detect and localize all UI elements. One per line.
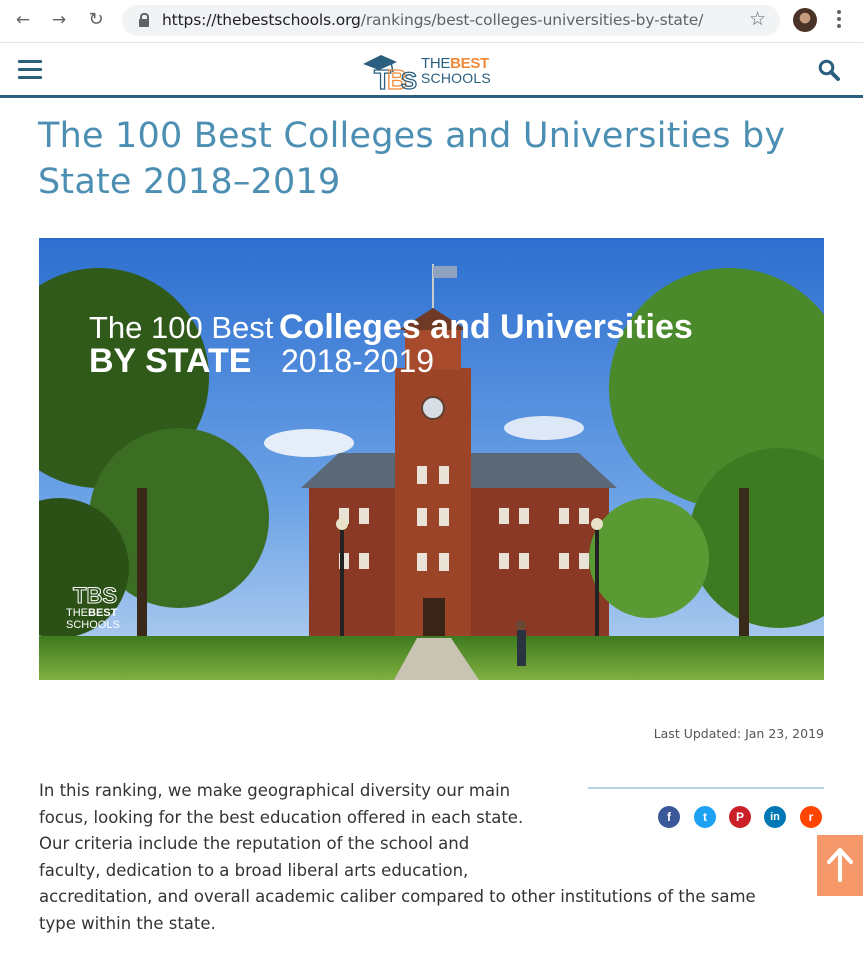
- browser-toolbar: ← → ↻ https://thebestschools.org/ranking…: [0, 0, 863, 43]
- intro-line: accreditation, and overall academic cali…: [39, 887, 756, 906]
- page-title: The 100 Best Colleges and Universities b…: [38, 116, 786, 202]
- hero-illustration: The 100 Best Colleges and Universities B…: [39, 238, 824, 680]
- watermark-best: BEST: [88, 607, 118, 619]
- star-icon[interactable]: ☆: [749, 8, 766, 30]
- hero-line2-light: 2018-2019: [281, 343, 434, 379]
- site-header: T B S THEBEST SCHOOLS: [0, 43, 863, 98]
- search-icon[interactable]: [817, 58, 841, 82]
- url-path: /rankings/best-colleges-universities-by-…: [360, 11, 704, 29]
- hero-watermark: TBS THE BEST SCHOOLS: [66, 583, 120, 632]
- intro-line: Our criteria include the reputation of t…: [39, 834, 470, 853]
- avatar[interactable]: [793, 8, 817, 32]
- url-text[interactable]: https://thebestschools.org/rankings/best…: [162, 11, 703, 29]
- last-updated: Last Updated: Jan 23, 2019: [653, 726, 824, 741]
- watermark-schools: SCHOOLS: [66, 619, 120, 631]
- hero-line1-bold: Colleges and Universities: [279, 308, 693, 346]
- hero-line1-light: The 100 Best: [89, 310, 274, 345]
- logo-mark-icon: T B S: [363, 55, 418, 92]
- address-bar[interactable]: https://thebestschools.org/rankings/best…: [122, 5, 780, 36]
- lock-icon[interactable]: [139, 13, 149, 27]
- intro-paragraph: In this ranking, we make geographical di…: [39, 778, 829, 937]
- hero-image: The 100 Best Colleges and Universities B…: [39, 238, 824, 680]
- kebab-menu-icon[interactable]: [836, 8, 842, 32]
- back-to-top-button[interactable]: [817, 835, 863, 896]
- arrow-left-icon[interactable]: ←: [12, 9, 34, 31]
- hamburger-icon[interactable]: [18, 60, 42, 79]
- hero-line2-bold: BY STATE: [89, 342, 251, 380]
- intro-line: focus, looking for the best education of…: [39, 807, 524, 827]
- arrow-right-icon[interactable]: →: [48, 9, 70, 31]
- logo-wordmark: THEBEST SCHOOLS: [421, 56, 491, 86]
- svg-text:S: S: [401, 68, 417, 92]
- reload-icon[interactable]: ↻: [85, 9, 107, 31]
- watermark-the: THE: [66, 607, 88, 619]
- intro-line: In this ranking, we make geographical di…: [39, 781, 511, 800]
- intro-line: type within the state.: [39, 913, 216, 933]
- logo-schools: SCHOOLS: [421, 70, 491, 86]
- intro-line: faculty, dedication to a broad liberal a…: [39, 860, 469, 880]
- watermark-mark: TBS: [73, 583, 117, 608]
- url-host: https://thebestschools.org: [162, 11, 361, 29]
- site-logo[interactable]: T B S THEBEST SCHOOLS: [361, 48, 506, 92]
- arrow-up-icon: [827, 848, 853, 882]
